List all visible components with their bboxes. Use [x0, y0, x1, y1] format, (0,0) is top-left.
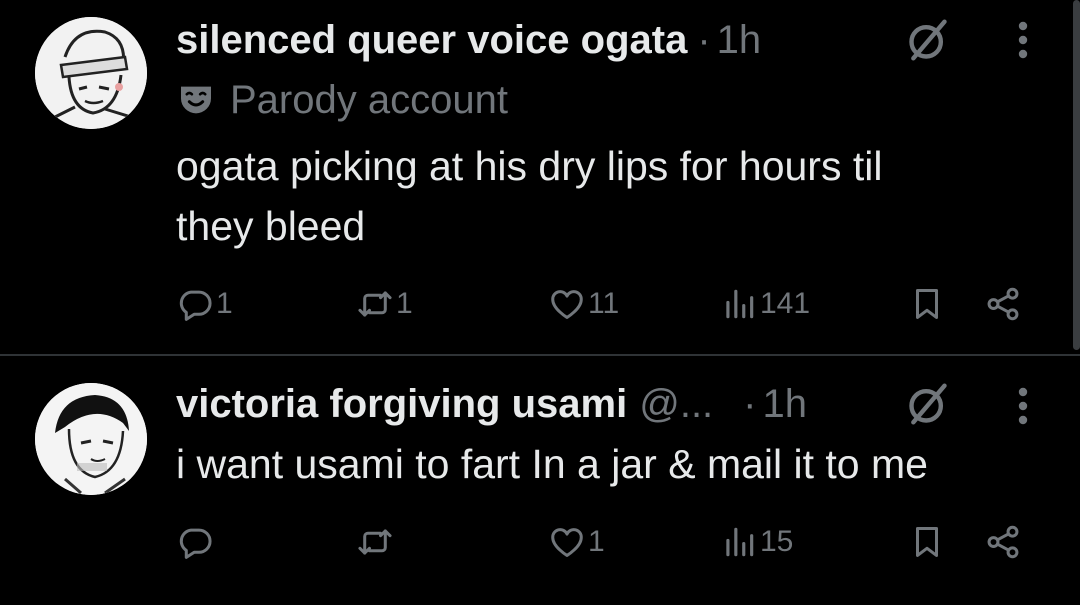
grok-icon[interactable] — [906, 382, 950, 426]
timestamp[interactable]: 1h — [717, 18, 762, 63]
tweet-text: ogata picking at his dry lips for hours … — [176, 136, 1036, 256]
tweet-text-line: i want usami to fart In a jar & mail it … — [176, 441, 928, 487]
views-count: 141 — [760, 287, 811, 320]
bookmark-icon — [908, 285, 946, 323]
more-icon[interactable] — [1016, 384, 1030, 428]
bookmark-button[interactable] — [908, 520, 946, 564]
display-name[interactable]: silenced queer voice ogata — [176, 18, 687, 63]
like-icon — [548, 523, 586, 561]
parody-mask-icon — [181, 86, 211, 114]
separator: · — [697, 17, 711, 62]
share-button[interactable] — [984, 282, 1022, 326]
views-button[interactable]: 15 — [720, 520, 793, 564]
share-button[interactable] — [984, 520, 1022, 564]
share-icon — [984, 523, 1022, 561]
views-button[interactable]: 141 — [720, 282, 810, 326]
reply-count: 1 — [216, 287, 233, 320]
like-count: 11 — [588, 287, 620, 320]
like-button[interactable]: 11 — [548, 282, 619, 326]
handle[interactable]: @... — [639, 382, 713, 427]
tweet-header: silenced queer voice ogata · 1h — [176, 10, 761, 70]
tweet[interactable]: victoria forgiving usami @... · 1h i wan… — [0, 356, 1080, 605]
like-count: 1 — [588, 525, 605, 558]
grok-icon[interactable] — [906, 18, 950, 62]
tweet-header: victoria forgiving usami @... · 1h — [176, 374, 807, 434]
views-icon — [720, 523, 758, 561]
share-icon — [984, 285, 1022, 323]
repost-button[interactable] — [356, 520, 396, 564]
bookmark-button[interactable] — [908, 282, 946, 326]
repost-icon — [356, 285, 394, 323]
reply-icon — [176, 285, 214, 323]
display-name[interactable]: victoria forgiving usami — [176, 382, 627, 427]
tweet-text-line: they bleed — [176, 203, 366, 249]
like-icon — [548, 285, 586, 323]
separator: · — [743, 381, 757, 426]
tweet-text: i want usami to fart In a jar & mail it … — [176, 434, 1036, 494]
tweet[interactable]: silenced queer voice ogata · 1h Parody a… — [0, 0, 1080, 355]
parody-badge: Parody account — [176, 78, 508, 122]
reply-button[interactable]: 1 — [176, 282, 233, 326]
parody-label: Parody account — [230, 77, 508, 122]
more-icon[interactable] — [1016, 18, 1030, 62]
repost-icon — [356, 523, 394, 561]
reply-icon — [176, 523, 214, 561]
reply-button[interactable] — [176, 520, 216, 564]
views-icon — [720, 285, 758, 323]
views-count: 15 — [760, 525, 794, 558]
like-button[interactable]: 1 — [548, 520, 605, 564]
repost-button[interactable]: 1 — [356, 282, 413, 326]
avatar[interactable] — [35, 17, 147, 129]
repost-count: 1 — [396, 287, 413, 320]
timestamp[interactable]: 1h — [763, 382, 808, 427]
tweet-text-line: ogata picking at his dry lips for hours … — [176, 143, 883, 189]
avatar[interactable] — [35, 383, 147, 495]
bookmark-icon — [908, 523, 946, 561]
